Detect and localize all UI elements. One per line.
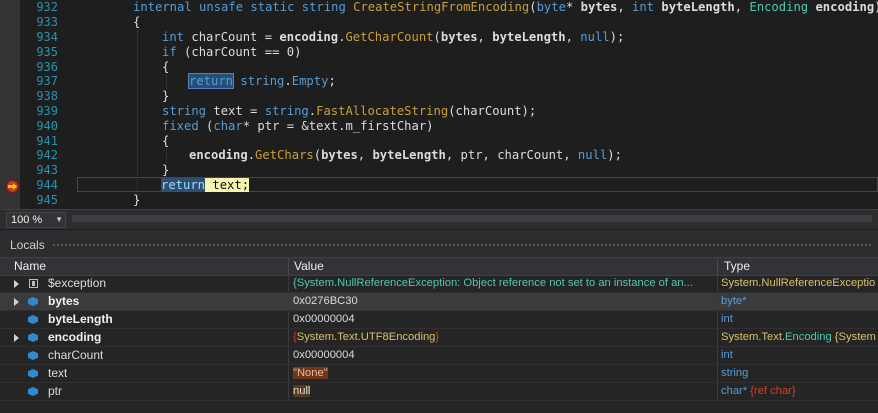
variable-value[interactable]: 0x0276BC30 <box>293 293 358 310</box>
editor-zoom-bar: 100 % ▼ <box>0 209 878 229</box>
code-line: 938 } <box>0 89 878 104</box>
line-number: 942 <box>36 148 58 162</box>
code-line: 943 } <box>0 163 878 178</box>
line-number: 938 <box>36 89 58 103</box>
line-number: 936 <box>36 60 58 74</box>
variable-name: ptr <box>48 384 63 398</box>
locals-title-bar[interactable]: Locals <box>0 230 878 257</box>
variable-name: $exception <box>48 276 107 290</box>
code-text: int charCount = encoding.GetCharCount(by… <box>162 30 625 44</box>
locals-row[interactable]: encoding {System.Text.UTF8Encoding} Syst… <box>0 329 878 347</box>
code-text: if (charCount == 0) <box>162 45 302 59</box>
line-number: 933 <box>36 15 58 29</box>
line-number: 935 <box>36 45 58 59</box>
code-text: { <box>162 60 170 74</box>
variable-value[interactable]: null <box>293 383 311 400</box>
variable-name: bytes <box>48 294 80 308</box>
locals-title: Locals <box>10 238 45 252</box>
column-divider[interactable] <box>717 258 718 275</box>
column-divider[interactable] <box>288 258 289 275</box>
variable-icon <box>28 387 38 396</box>
code-line: 933 { <box>0 15 878 30</box>
line-number: 934 <box>36 30 58 44</box>
variable-value[interactable]: {System.NullReferenceException: Object r… <box>293 275 713 292</box>
zoom-level-dropdown[interactable]: 100 % ▼ <box>6 212 66 228</box>
locals-row[interactable]: $exception {System.NullReferenceExceptio… <box>0 275 878 293</box>
code-text: fixed (char* ptr = &text.m_firstChar) <box>162 119 434 133</box>
breakpoint-arrow-icon[interactable] <box>6 180 19 193</box>
variable-value[interactable]: {System.Text.UTF8Encoding} <box>293 329 439 346</box>
drag-grip[interactable] <box>52 243 872 247</box>
code-line: 939 string text = string.FastAllocateStr… <box>0 104 878 119</box>
variable-name: text <box>48 366 68 380</box>
code-line: 936 { <box>0 60 878 75</box>
column-header-type[interactable]: Type <box>724 258 750 275</box>
locals-row[interactable]: bytes 0x0276BC30 byte* <box>0 293 878 311</box>
variable-value[interactable]: "None" <box>293 365 328 382</box>
variable-type: char* {ref char} <box>721 385 796 397</box>
chevron-down-icon: ▼ <box>55 215 63 224</box>
locals-row[interactable]: byteLength 0x00000004 int <box>0 311 878 329</box>
line-number: 937 <box>36 74 58 88</box>
variable-name: encoding <box>48 330 102 344</box>
code-text: encoding.GetChars(bytes, byteLength, ptr… <box>189 148 622 162</box>
expand-arrow-icon[interactable] <box>14 280 19 288</box>
locals-row[interactable]: charCount 0x00000004 int <box>0 347 878 365</box>
locals-row[interactable]: ptr null char* {ref char} <box>0 383 878 401</box>
variable-icon <box>28 315 38 324</box>
variable-type: int <box>721 349 733 361</box>
variable-type: byte* <box>721 295 747 307</box>
code-text: return string.Empty; <box>187 73 336 89</box>
code-text: internal unsafe static string CreateStri… <box>133 0 878 14</box>
expand-arrow-icon[interactable] <box>14 298 19 306</box>
variable-icon <box>28 297 38 306</box>
code-text: } <box>133 193 141 207</box>
code-line-current: 944 return text; <box>0 178 878 193</box>
variable-value[interactable]: 0x00000004 <box>293 311 355 328</box>
column-header-value[interactable]: Value <box>294 258 324 275</box>
variable-type: int <box>721 313 733 325</box>
code-text: { <box>133 15 141 29</box>
variable-type: System.Text.Encoding {System <box>721 331 876 343</box>
code-text: } <box>162 163 170 177</box>
code-line: 932 internal unsafe static string Create… <box>0 0 878 15</box>
variable-name: charCount <box>48 348 104 362</box>
code-text: return text; <box>161 178 250 192</box>
debugger-window: 932 internal unsafe static string Create… <box>0 0 878 413</box>
exception-icon <box>29 279 38 288</box>
code-line: 940 fixed (char* ptr = &text.m_firstChar… <box>0 119 878 134</box>
line-number: 943 <box>36 163 58 177</box>
code-text: { <box>162 134 170 148</box>
locals-column-header: Name Value Type <box>0 257 878 276</box>
code-line: 934 int charCount = encoding.GetCharCoun… <box>0 30 878 45</box>
variable-name: byteLength <box>48 312 113 326</box>
variable-value[interactable]: 0x00000004 <box>293 347 355 364</box>
code-text: } <box>162 89 170 103</box>
code-text: string text = string.FastAllocateString(… <box>162 104 537 118</box>
code-line: 935 if (charCount == 0) <box>0 45 878 60</box>
horizontal-scrollbar[interactable] <box>72 215 872 222</box>
line-number: 941 <box>36 134 58 148</box>
variable-icon <box>28 369 38 378</box>
column-header-name[interactable]: Name <box>14 258 46 275</box>
line-number: 945 <box>36 193 58 207</box>
code-line: 941 { <box>0 134 878 149</box>
locals-row[interactable]: text "None" string <box>0 365 878 383</box>
zoom-level-value: 100 % <box>11 214 43 226</box>
variable-type: System.NullReferenceExceptio <box>721 277 876 289</box>
code-editor[interactable]: 932 internal unsafe static string Create… <box>0 0 878 209</box>
code-line: 945 } <box>0 193 878 208</box>
variable-icon <box>28 351 38 360</box>
line-number: 939 <box>36 104 58 118</box>
line-number: 932 <box>36 0 58 14</box>
expand-arrow-icon[interactable] <box>14 334 19 342</box>
locals-window: Locals Name Value Type $exception {Syste… <box>0 230 878 413</box>
variable-type: string <box>721 367 749 379</box>
code-line: 942 encoding.GetChars(bytes, byteLength,… <box>0 148 878 163</box>
line-number: 944 <box>36 178 58 192</box>
line-number: 940 <box>36 119 58 133</box>
code-line: 937 return string.Empty; <box>0 73 878 89</box>
variable-icon <box>28 333 38 342</box>
